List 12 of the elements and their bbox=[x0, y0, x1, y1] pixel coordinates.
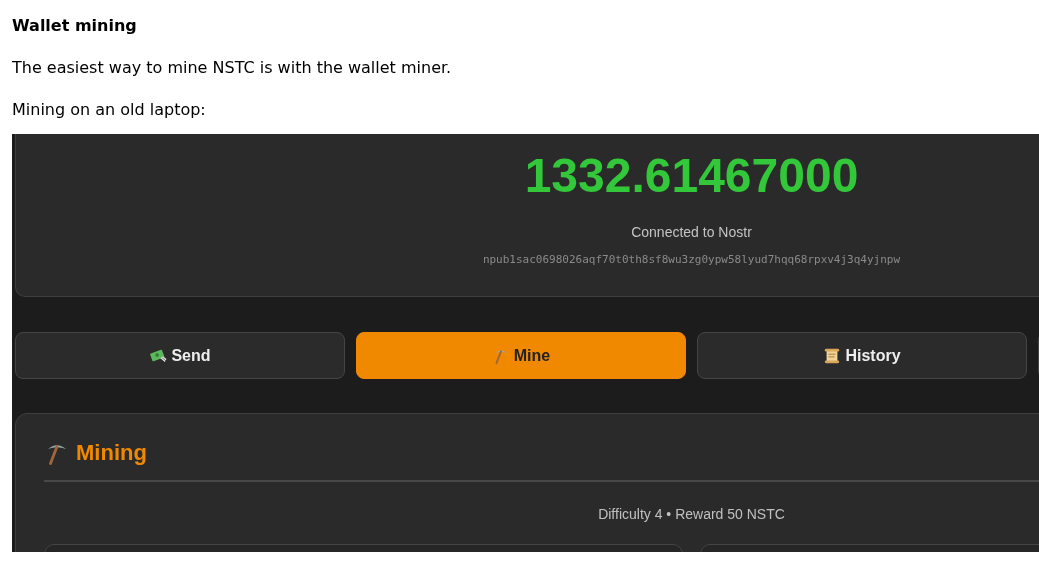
paragraph: Mining on an old laptop: bbox=[12, 100, 207, 120]
public-key: npub1sac0698026aqf70t0th8sf8wu3zg0ypw58lyud7hqq68rpxv4j3q4yjnpw bbox=[482, 253, 901, 266]
mining-info: Difficulty 4 • Reward 50 NSTC bbox=[597, 506, 786, 522]
scroll-icon bbox=[823, 346, 842, 365]
connection-status: Connected to Nostr bbox=[631, 224, 752, 240]
tab[interactable]: History bbox=[697, 332, 1027, 379]
section-heading: Wallet mining bbox=[12, 15, 138, 36]
balance-amount: 1332.61467000 bbox=[524, 148, 859, 204]
tab[interactable]: Send bbox=[15, 332, 345, 379]
mining-title: Mining bbox=[76, 440, 147, 466]
tab[interactable]: Mine bbox=[356, 332, 686, 379]
paragraph: The easiest way to mine NSTC is with the wallet miner. bbox=[12, 58, 453, 78]
